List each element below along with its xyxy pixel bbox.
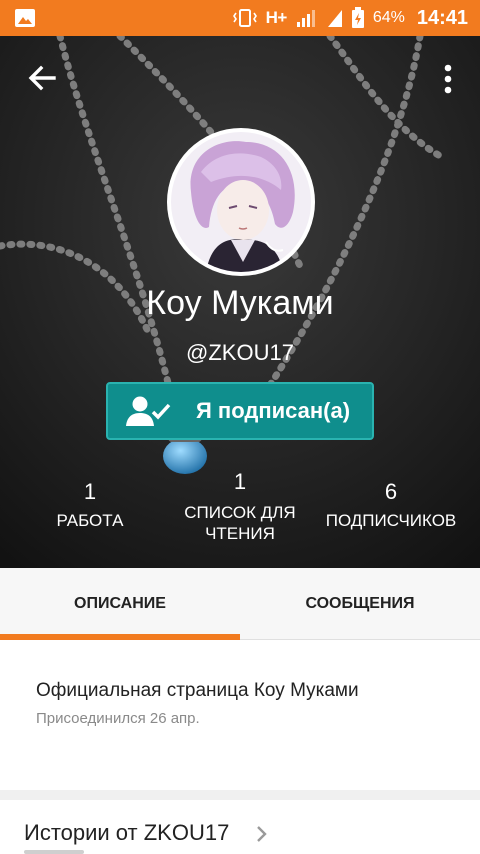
battery-percent: 64% (372, 9, 405, 26)
follow-button-label: Я подписан(а) (196, 398, 351, 423)
avatar (167, 128, 315, 276)
gallery-icon (15, 9, 35, 27)
stat-reading-lists[interactable]: 1 СПИСОК ДЛЯ ЧТЕНИЯ (160, 470, 320, 544)
stat-followers[interactable]: 6 ПОДПИСЧИКОВ (311, 480, 471, 531)
profile-description: Официальная страница Коу Муками (36, 680, 359, 701)
signal-icon-2 (327, 10, 342, 27)
joined-date: Присоединился 26 апр. (36, 710, 200, 727)
avatar-image (171, 132, 311, 272)
stories-title: Истории от ZKOU17 (24, 820, 230, 845)
username: @ZKOU17 (186, 340, 294, 365)
stat-works[interactable]: 1 РАБОТА (10, 480, 170, 531)
battery-charging-icon (351, 7, 364, 28)
follow-button[interactable]: Я подписан(а) (106, 382, 374, 440)
stat-value: 1 (233, 469, 247, 494)
section-divider (0, 790, 480, 800)
tab-description[interactable]: ОПИСАНИЕ (0, 568, 240, 640)
about-card: Официальная страница Коу Муками Присоеди… (0, 640, 480, 790)
stat-label: РАБОТА (56, 511, 124, 530)
vibrate-icon (232, 9, 257, 27)
back-button[interactable] (22, 58, 62, 98)
more-vertical-icon[interactable] (438, 62, 458, 98)
chevron-right-icon (257, 826, 267, 842)
signal-icon (296, 10, 315, 27)
profile-header: Коу Муками @ZKOU17 Я подписан(а) 1 РАБОТ… (0, 36, 480, 568)
profile-tabs: ОПИСАНИЕ СООБЩЕНИЯ (0, 568, 480, 640)
stat-value: 6 (384, 479, 398, 504)
status-bar: H+ 64% 14:41 (0, 0, 480, 36)
stat-label: ПОДПИСЧИКОВ (325, 511, 457, 530)
stories-section[interactable]: Истории от ZKOU17 (0, 800, 480, 854)
story-preview (24, 850, 84, 854)
status-icons: H+ 64% 14:41 (232, 0, 468, 36)
network-type: H+ (265, 8, 288, 27)
clock: 14:41 (416, 6, 468, 29)
display-name: Коу Муками (146, 284, 334, 322)
person-check-icon (126, 396, 171, 426)
tab-messages[interactable]: СООБЩЕНИЯ (240, 568, 480, 640)
stat-label: СПИСОК ДЛЯ ЧТЕНИЯ (184, 503, 296, 543)
stat-value: 1 (83, 479, 97, 504)
